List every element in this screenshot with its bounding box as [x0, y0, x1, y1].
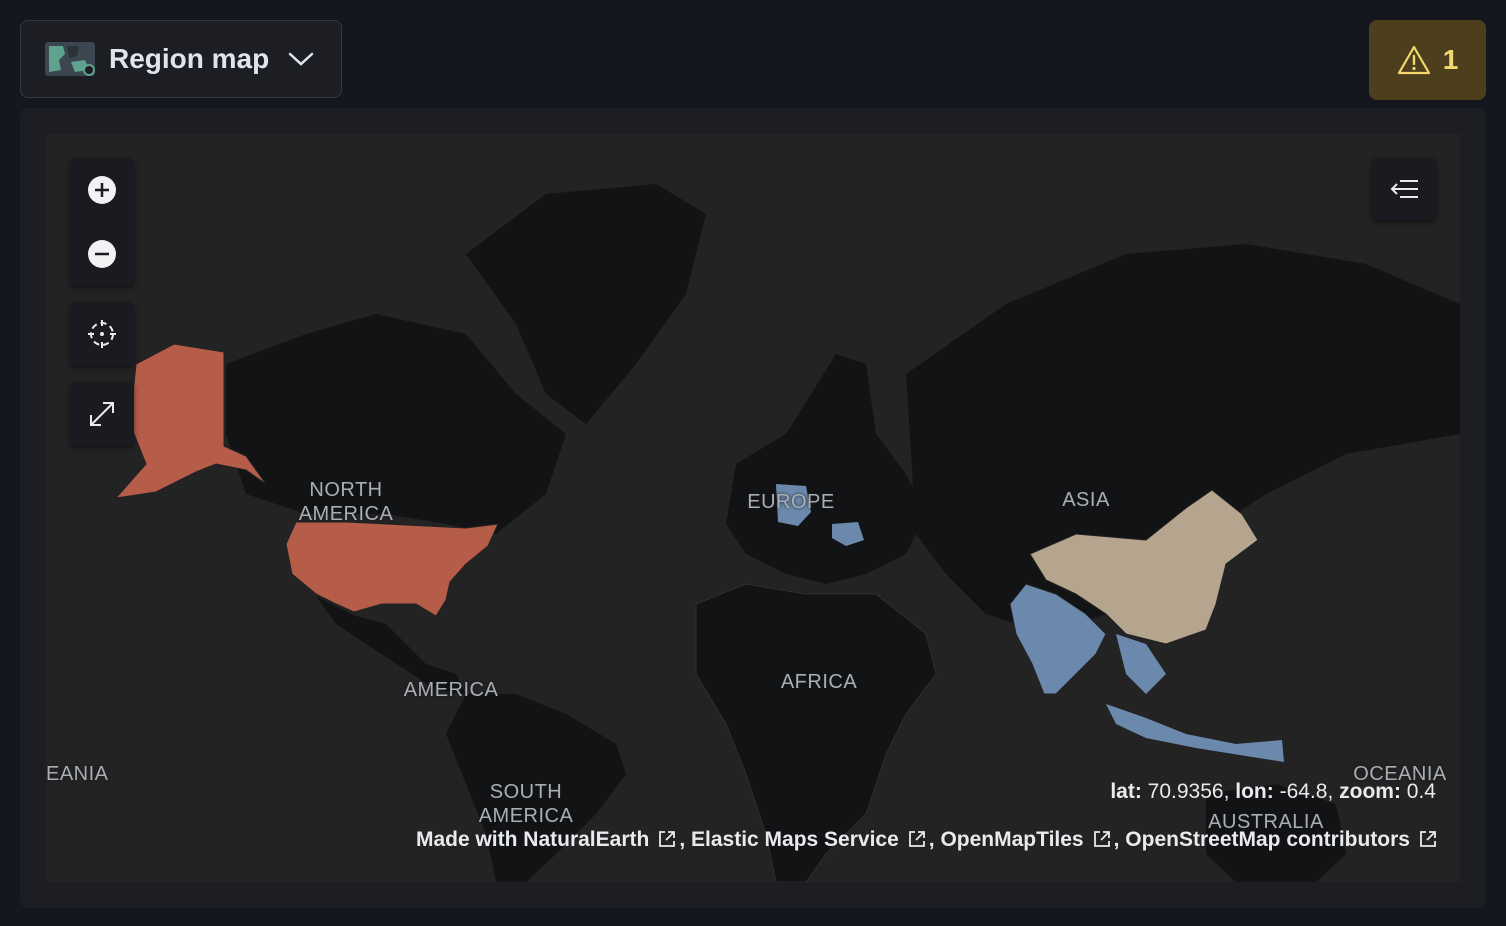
warnings-count: 1 [1442, 44, 1459, 75]
label-europe: EUROPE [747, 491, 835, 513]
label-africa: AFRICA [780, 671, 858, 693]
plus-circle-icon [88, 176, 116, 204]
zoom-out-button[interactable] [70, 222, 134, 286]
fullscreen-control [70, 382, 134, 446]
region-indonesia [1106, 704, 1284, 762]
region-map-icon [45, 42, 95, 76]
region-map-canvas[interactable]: NORTH AMERICA EUROPE ASIA AFRICA AMERICA… [46, 134, 1460, 882]
visualization-type-label: Region map [109, 43, 270, 74]
label-oceania-left: EANIA [46, 763, 109, 785]
attribution-openstreetmap-link[interactable]: OpenStreetMap contributors [1125, 828, 1440, 851]
chevron-down-icon [288, 52, 314, 66]
fullscreen-button[interactable] [70, 382, 134, 446]
attribution-openmaptiles-link[interactable]: OpenMapTiles [940, 828, 1113, 851]
label-south-america: SOUTH AMERICA [478, 781, 574, 827]
external-link-icon [659, 831, 676, 847]
menu-collapse-icon [1390, 180, 1418, 198]
label-asia: ASIA [1062, 489, 1110, 511]
external-link-icon [1093, 831, 1110, 847]
region-usa [285, 521, 499, 617]
label-north-america: NORTH AMERICA [298, 479, 394, 525]
fit-to-data-button[interactable] [70, 302, 134, 366]
label-america: AMERICA [403, 679, 499, 701]
legend-toggle-button[interactable] [1372, 158, 1436, 220]
locate-control [70, 302, 134, 366]
zoom-controls [70, 158, 134, 286]
map-attribution: Made with NaturalEarth, Elastic Maps Ser… [300, 828, 1440, 852]
zoom-in-button[interactable] [70, 158, 134, 222]
warning-icon [1397, 45, 1430, 75]
expand-icon [90, 402, 114, 426]
crosshair-icon [88, 320, 116, 348]
attribution-elastic-maps-link[interactable]: Elastic Maps Service [691, 828, 929, 851]
region-southeast-asia [1116, 634, 1166, 694]
attribution-naturalearth-link[interactable]: Made with NaturalEarth [416, 828, 679, 851]
visualization-type-selector[interactable]: Region map [20, 20, 342, 98]
external-link-icon [908, 831, 925, 847]
warnings-button[interactable]: 1 [1369, 20, 1486, 100]
external-link-icon [1420, 831, 1436, 847]
region-europe [726, 354, 926, 584]
map-coordinates: lat: 70.9356, lon: -64.8, zoom: 0.4 [1110, 780, 1436, 803]
minus-circle-icon [88, 240, 116, 268]
